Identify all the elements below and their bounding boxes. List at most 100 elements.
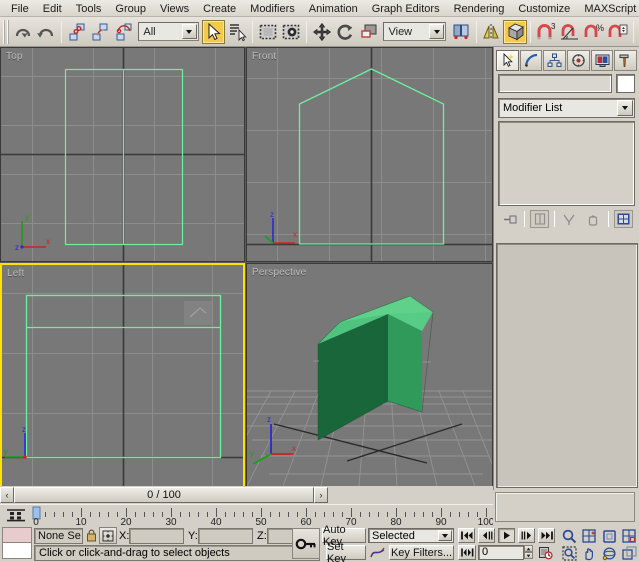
zoom-region-button[interactable] <box>560 545 578 561</box>
stack-separator <box>608 211 609 227</box>
frame-spinner[interactable] <box>524 545 533 560</box>
bind-to-space-warp-button[interactable] <box>112 20 136 44</box>
zoom-extents-all-button[interactable] <box>620 528 638 544</box>
show-end-result-button[interactable] <box>530 210 549 228</box>
toolbar-separator <box>530 21 531 43</box>
viewport-top[interactable]: y x z Top <box>0 47 245 262</box>
reference-coordinate-system-combo[interactable]: View <box>383 22 446 41</box>
arc-rotate-button[interactable] <box>600 545 618 561</box>
go-to-end-button[interactable] <box>538 528 555 543</box>
chevron-down-icon[interactable] <box>617 100 633 116</box>
spinner-down[interactable] <box>524 552 533 559</box>
window-crossing-toggle-button[interactable] <box>279 20 303 44</box>
use-pivot-point-center-button[interactable] <box>449 20 473 44</box>
selection-filter-combo[interactable]: All <box>138 22 199 41</box>
menu-create[interactable]: Create <box>196 1 243 16</box>
menu-edit[interactable]: Edit <box>36 1 69 16</box>
motion-tab[interactable] <box>567 50 590 71</box>
pan-view-button[interactable] <box>580 545 598 561</box>
menu-animation[interactable]: Animation <box>302 1 365 16</box>
chevron-down-icon[interactable] <box>438 530 452 541</box>
maximize-viewport-toggle-button[interactable] <box>620 545 638 561</box>
modifier-stack-list[interactable] <box>498 121 635 206</box>
x-coordinate-field[interactable] <box>129 528 184 544</box>
menu-file[interactable]: File <box>4 1 36 16</box>
zoom-button[interactable] <box>560 528 578 544</box>
viewport-front[interactable]: z x Front <box>246 47 493 262</box>
percent-snap-toggle-button[interactable]: % <box>582 20 606 44</box>
hierarchy-tab[interactable] <box>543 50 566 71</box>
redo-button[interactable] <box>34 20 58 44</box>
track-bar-ruler[interactable]: 0 10 20 30 40 50 60 70 80 90 100 <box>32 505 493 527</box>
select-and-uniform-scale-button[interactable] <box>357 20 381 44</box>
rectangular-selection-region-button[interactable] <box>256 20 280 44</box>
pin-stack-button[interactable] <box>500 210 519 228</box>
toolbar-separator <box>633 21 634 43</box>
zoom-all-button[interactable] <box>580 528 598 544</box>
select-object-button[interactable] <box>202 20 226 44</box>
spinner-up[interactable] <box>524 545 533 552</box>
key-filter-combo[interactable]: Selected <box>368 528 454 543</box>
menu-rendering[interactable]: Rendering <box>447 1 512 16</box>
select-by-name-button[interactable] <box>225 20 249 44</box>
play-animation-button[interactable] <box>498 528 515 543</box>
remove-modifier-button[interactable] <box>584 210 603 228</box>
object-name-field[interactable] <box>498 74 612 93</box>
time-configuration-button[interactable] <box>537 545 555 561</box>
snaps-toggle-button[interactable]: 3 <box>534 20 558 44</box>
undo-button[interactable] <box>11 20 35 44</box>
prompt-line: Click or click-and-drag to select object… <box>34 545 320 561</box>
menu-maxscript[interactable]: MAXScript <box>577 1 639 16</box>
y-coordinate-field[interactable] <box>198 528 253 544</box>
key-filters-button[interactable]: Key Filters... <box>389 545 454 560</box>
track-bar[interactable]: 0 10 20 30 40 50 60 70 80 90 100 <box>0 504 493 526</box>
key-mode-toggle-button[interactable] <box>292 528 320 559</box>
toolbar-separator <box>61 21 62 43</box>
absolute-relative-transform-button[interactable] <box>99 527 117 544</box>
go-to-start-button[interactable] <box>458 528 475 543</box>
chevron-down-icon[interactable] <box>429 24 444 39</box>
lock-selection-button[interactable] <box>83 528 99 544</box>
maxscript-listener-input[interactable] <box>2 543 32 559</box>
menu-views[interactable]: Views <box>153 1 196 16</box>
chevron-down-icon[interactable] <box>182 24 197 39</box>
open-mini-curve-editor-button[interactable] <box>3 507 29 524</box>
align-button[interactable] <box>503 20 527 44</box>
time-slider-prev-button[interactable]: ‹ <box>0 487 14 503</box>
next-frame-button[interactable] <box>518 528 535 543</box>
select-and-rotate-button[interactable] <box>333 20 357 44</box>
zoom-extents-button[interactable] <box>600 528 618 544</box>
menu-group[interactable]: Group <box>108 1 153 16</box>
angle-snap-toggle-button[interactable] <box>558 20 582 44</box>
modifier-list-combo[interactable]: Modifier List <box>498 98 635 118</box>
viewport-perspective[interactable]: z x y Perspective <box>246 263 493 490</box>
maxscript-mini-listener[interactable] <box>2 527 32 559</box>
previous-frame-button[interactable] <box>478 528 495 543</box>
mirror-button[interactable] <box>480 20 504 44</box>
current-frame-field[interactable]: 0 <box>478 545 524 560</box>
object-color-swatch[interactable] <box>616 74 635 93</box>
toolbar-grip[interactable] <box>3 20 9 44</box>
make-unique-button[interactable] <box>560 210 579 228</box>
key-mode-button[interactable] <box>458 545 476 560</box>
maxscript-listener-output[interactable] <box>2 527 32 543</box>
create-tab[interactable] <box>496 50 519 71</box>
select-and-link-button[interactable] <box>65 20 89 44</box>
menu-modifiers[interactable]: Modifiers <box>243 1 302 16</box>
menu-tools[interactable]: Tools <box>69 1 109 16</box>
select-and-move-button[interactable] <box>310 20 334 44</box>
time-slider-next-button[interactable]: › <box>314 487 328 503</box>
modify-tab[interactable] <box>520 50 543 71</box>
configure-modifier-sets-button[interactable] <box>614 210 633 228</box>
time-slider-thumb[interactable]: 0 / 100 <box>14 487 314 503</box>
menu-customize[interactable]: Customize <box>511 1 577 16</box>
spinner-snap-toggle-button[interactable] <box>606 20 630 44</box>
set-key-button[interactable]: Set Key <box>326 545 366 560</box>
parameter-curve-out-of-range-button[interactable] <box>368 545 387 560</box>
utilities-tab[interactable] <box>614 50 637 71</box>
menu-graph-editors[interactable]: Graph Editors <box>365 1 447 16</box>
unlink-selection-button[interactable] <box>88 20 112 44</box>
viewport-left[interactable]: z y Left <box>0 263 245 490</box>
viewport-perspective-label: Perspective <box>252 267 306 278</box>
display-tab[interactable] <box>591 50 614 71</box>
